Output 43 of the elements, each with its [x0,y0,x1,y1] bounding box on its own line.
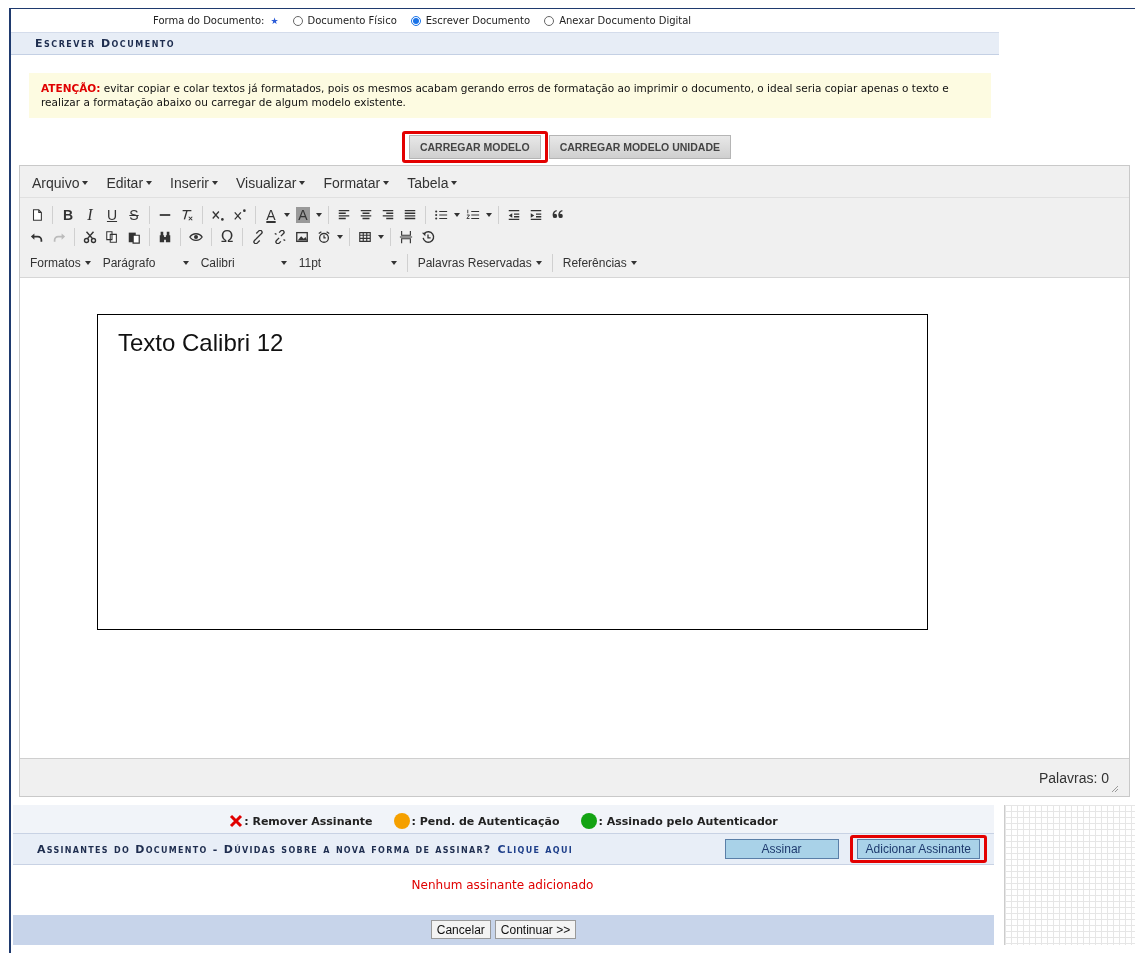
special-character-button[interactable]: Ω [216,227,238,247]
radio-button[interactable] [292,15,303,26]
warning-message: ATENÇÃO: evitar copiar e colar textos já formatados, pois os mesmos acabam gerando erros de formatação ao imprimir o documento, o ideal seria copiar apenas o texto e realizar a formatação abaixo ou carregar de algum modelo existente. [29,73,991,118]
load-template-button[interactable]: CARREGAR MODELO UNIDADE [548,135,732,159]
underline-button[interactable]: U [101,205,123,225]
bold-button[interactable]: B [57,205,79,225]
load-template-button[interactable]: CARREGAR MODELO [408,135,541,159]
signer-button[interactable]: Assinar [724,839,839,859]
section-header: Escrever Documento [11,32,999,55]
footer-button[interactable]: Continuar >> [494,920,577,939]
italic-button[interactable]: I [79,205,101,225]
close-icon [229,814,244,828]
dropdown-menu[interactable]: Referências [556,256,643,270]
menu-item[interactable]: Formatar [317,175,396,191]
required-mark: ★ [270,15,279,26]
dropdown-select[interactable]: 11pt [292,256,403,270]
strikethrough-button[interactable]: S [123,205,145,225]
legend-label: : Assinado pelo Autenticador [598,814,778,828]
word-count: Palavras: 0 [1038,769,1109,786]
radio-label[interactable]: Documento Físico [307,15,397,26]
radio-label[interactable]: Anexar Documento Digital [559,15,692,26]
document-text-box[interactable]: Texto Calibri 12 [97,314,928,630]
field-label: Forma do Documento: [153,15,265,26]
dropdown-select[interactable]: Calibri [194,256,293,270]
resize-grip-icon[interactable] [1111,785,1119,793]
menu-item[interactable]: Arquivo [26,175,95,191]
radio-label[interactable]: Escrever Documento [425,15,531,26]
menu-item[interactable]: Visualizar [229,175,312,191]
signers-title: Assinantes do Documento - Dúvidas sobre a nova forma de assinar? [37,842,492,856]
menu-item[interactable]: Inserir [164,175,224,191]
menu-item[interactable]: Editar [100,175,159,191]
dropdown-menu[interactable]: Formatos [24,256,97,270]
dropdown-select[interactable]: Parágrafo [96,256,195,270]
radio-button[interactable] [410,15,421,26]
signer-button[interactable]: Adicionar Assinante [856,839,980,859]
legend-label: : Remover Assinante [244,814,373,828]
dropdown-menu[interactable]: Palavras Reservadas [411,256,548,270]
legend-label: : Pend. de Autenticação [411,814,560,828]
help-link[interactable]: Clique aqui [497,842,574,856]
menu-item[interactable]: Tabela [401,175,464,191]
footer-button[interactable]: Cancelar [430,920,491,939]
text-color-button[interactable]: A [260,205,282,225]
radio-button[interactable] [544,15,555,26]
